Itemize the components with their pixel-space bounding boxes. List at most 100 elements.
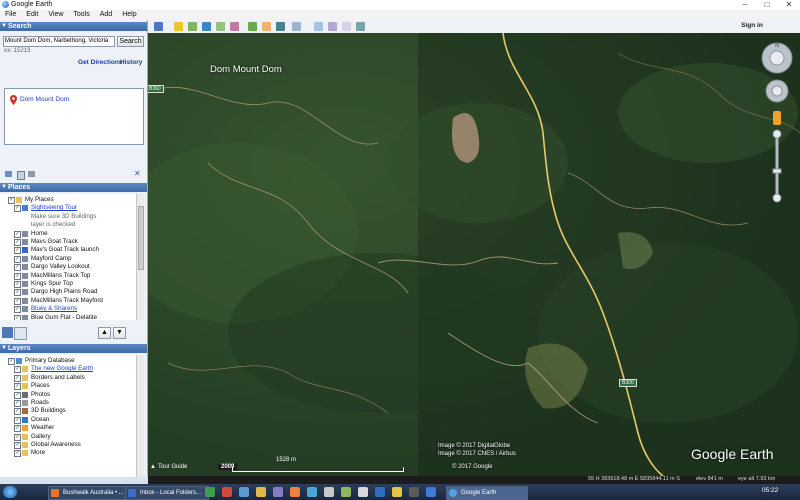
taskbar-item-bushwalk[interactable]: Bushwalk Australia • ... [48, 486, 132, 500]
visibility-checkbox[interactable]: ✓ [14, 239, 21, 246]
visibility-checkbox[interactable]: ✓ [14, 442, 21, 449]
move-up-button[interactable]: ▲ [98, 327, 111, 339]
menu-edit[interactable]: Edit [21, 10, 43, 18]
visibility-checkbox[interactable]: ✓ [14, 264, 21, 272]
app-icon[interactable] [256, 487, 266, 497]
visibility-checkbox[interactable]: ✓ [14, 383, 21, 391]
app-icon[interactable] [273, 487, 283, 497]
maximize-button[interactable]: □ [756, 0, 778, 10]
email-icon[interactable] [314, 22, 323, 31]
history-link[interactable]: History [120, 59, 142, 66]
sidebar-toggle-icon[interactable] [2, 327, 13, 338]
navigation-controls[interactable]: N [760, 41, 794, 241]
sign-in-button[interactable]: Sign in [712, 22, 792, 31]
visibility-checkbox[interactable]: ✓ [14, 314, 21, 320]
app-icon[interactable] [375, 487, 385, 497]
places-toolbar: ▲ ▼ [2, 327, 142, 340]
layout-icon[interactable] [14, 327, 27, 340]
visibility-checkbox[interactable]: ✓ [14, 306, 21, 314]
search-result-item[interactable]: Dom Mount Dom [20, 96, 69, 103]
visibility-checkbox[interactable]: ✓ [14, 281, 21, 288]
menu-help[interactable]: Help [117, 10, 141, 18]
visibility-checkbox[interactable]: ✓ [14, 374, 21, 382]
visibility-checkbox[interactable]: ✓ [14, 450, 21, 458]
get-directions-link[interactable]: Get Directions [78, 59, 122, 66]
folder-icon [22, 366, 28, 373]
print-icon[interactable] [328, 22, 337, 31]
menu-tools[interactable]: Tools [68, 10, 94, 18]
weather-icon [22, 425, 28, 432]
close-button[interactable]: ✕ [778, 0, 800, 10]
vlc-icon[interactable] [290, 487, 300, 497]
places-panel-header[interactable]: ▼ Places [0, 183, 147, 192]
minimize-button[interactable]: – [734, 0, 756, 10]
save-image-icon[interactable] [342, 22, 351, 31]
view-in-maps-icon[interactable] [356, 22, 365, 31]
add-path-icon[interactable] [202, 22, 211, 31]
visibility-checkbox[interactable]: ✓ [8, 358, 15, 365]
scroll-thumb[interactable] [138, 206, 144, 270]
visibility-checkbox[interactable]: ✓ [14, 289, 21, 297]
places-scrollbar[interactable] [136, 194, 144, 320]
app-icon[interactable] [205, 487, 215, 497]
visibility-checkbox[interactable]: ✓ [14, 366, 21, 374]
visibility-checkbox[interactable]: ✓ [14, 433, 21, 441]
app-icon[interactable] [239, 487, 249, 497]
start-button[interactable] [3, 486, 17, 498]
app-icon[interactable] [307, 487, 317, 497]
search-button[interactable]: Search [117, 36, 144, 47]
app-icon[interactable] [409, 487, 419, 497]
print-icon[interactable] [28, 171, 35, 177]
app-icon[interactable] [341, 487, 351, 497]
places-item-label: MacMillans Track Mayford [31, 296, 103, 304]
search-input[interactable]: Mount Dom Dom, Narbethong, Victoria [3, 36, 115, 47]
layers-scrollbar[interactable] [136, 355, 144, 477]
menu-file[interactable]: File [0, 10, 21, 18]
app-icon[interactable] [324, 487, 334, 497]
copy-icon[interactable] [17, 171, 25, 180]
planets-icon[interactable] [276, 22, 285, 31]
app-icon[interactable] [392, 487, 402, 497]
taskbar-item-google-earth[interactable]: Google Earth [446, 486, 528, 500]
record-tour-icon[interactable] [230, 22, 239, 31]
visibility-checkbox[interactable]: ✓ [14, 247, 21, 255]
taskbar-item-inbox[interactable]: Inbox - Local Folders... [125, 486, 209, 500]
menu-add[interactable]: Add [95, 10, 117, 18]
search-results: Dom Mount Dom [4, 88, 144, 145]
add-placemark-icon[interactable] [174, 22, 183, 31]
places-item-label: Bluey & Sharens [31, 305, 78, 313]
app-icon[interactable] [222, 487, 232, 497]
search-panel-header[interactable]: ▼ Search [0, 22, 147, 31]
move-down-button[interactable]: ▼ [113, 327, 126, 339]
map-place-label[interactable]: Dom Mount Dom [210, 64, 282, 75]
image-overlay-icon[interactable] [216, 22, 225, 31]
map-view[interactable]: Dom Mount Dom B360 B300 N Image © 2017 D… [148, 33, 800, 476]
ruler-icon[interactable] [292, 22, 301, 31]
visibility-checkbox[interactable]: ✓ [14, 205, 21, 213]
places-item-label: Blue Gum Flat - Delatite [31, 313, 98, 320]
places-item-label: Dargo Valley Lookout [31, 263, 90, 271]
visibility-checkbox[interactable]: ✓ [14, 391, 21, 399]
visibility-checkbox[interactable]: ✓ [14, 272, 21, 280]
add-folder-icon[interactable] [5, 171, 12, 177]
visibility-checkbox[interactable]: ✓ [8, 197, 15, 204]
visibility-checkbox[interactable]: ✓ [14, 400, 21, 407]
sunlight-icon[interactable] [262, 22, 271, 31]
layers-panel-header[interactable]: ▼ Layers [0, 344, 147, 353]
google-copyright: © 2017 Google [452, 464, 493, 470]
app-icon[interactable] [358, 487, 368, 497]
historical-imagery-icon[interactable] [248, 22, 257, 31]
visibility-checkbox[interactable]: ✓ [14, 255, 21, 263]
app-icon[interactable] [426, 487, 436, 497]
add-polygon-icon[interactable] [188, 22, 197, 31]
close-results-icon[interactable]: ✕ [134, 169, 141, 178]
visibility-checkbox[interactable]: ✓ [14, 416, 21, 424]
visibility-checkbox[interactable]: ✓ [14, 408, 21, 416]
menu-view[interactable]: View [43, 10, 68, 18]
ocean-icon [22, 416, 28, 423]
visibility-checkbox[interactable]: ✓ [14, 425, 21, 433]
visibility-checkbox[interactable]: ✓ [14, 230, 21, 238]
sidebar-toggle-button[interactable] [154, 22, 163, 31]
visibility-checkbox[interactable]: ✓ [14, 297, 21, 305]
folder-icon [22, 442, 28, 448]
